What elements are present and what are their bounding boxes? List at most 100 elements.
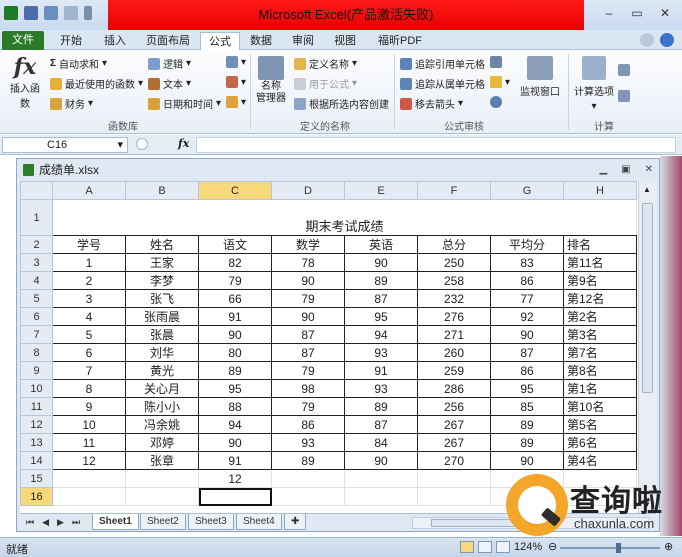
- tab-data[interactable]: 数据: [242, 32, 280, 50]
- table-cell[interactable]: 259: [417, 361, 491, 380]
- table-cell[interactable]: 78: [271, 253, 345, 272]
- table-cell[interactable]: 李梦: [125, 271, 199, 290]
- table-cell[interactable]: 98: [271, 379, 345, 398]
- vertical-scroll-thumb[interactable]: [642, 203, 653, 393]
- column-header-f[interactable]: F: [417, 181, 491, 200]
- trace-dependents-button[interactable]: 追踪从属单元格: [400, 76, 485, 91]
- sheet-tab-sheet1[interactable]: Sheet1: [92, 514, 139, 530]
- table-cell[interactable]: 89: [198, 361, 272, 380]
- table-cell[interactable]: 82: [198, 253, 272, 272]
- table-cell[interactable]: 张晨: [125, 325, 199, 344]
- table-cell[interactable]: 232: [417, 289, 491, 308]
- column-title-cell[interactable]: 学号: [52, 235, 126, 254]
- prev-sheet-icon[interactable]: ◀: [42, 517, 49, 528]
- column-title-cell[interactable]: 语文: [198, 235, 272, 254]
- table-cell[interactable]: 张章: [125, 451, 199, 470]
- table-cell[interactable]: 89: [344, 271, 418, 290]
- close-icon[interactable]: ✕: [645, 159, 653, 181]
- table-cell[interactable]: 3: [52, 289, 126, 308]
- tab-review[interactable]: 审阅: [284, 32, 322, 50]
- sheet-table[interactable]: A B C D E F G H 1 期末考试成绩 2 学号 姓名 语文 数学 英语 总分 平均分 排名 3 1 王家 82 7…: [20, 181, 637, 506]
- table-cell[interactable]: 关心月: [125, 379, 199, 398]
- table-cell[interactable]: 86: [490, 271, 564, 290]
- column-header-h[interactable]: H: [563, 181, 637, 200]
- table-cell[interactable]: 250: [417, 253, 491, 272]
- table-cell[interactable]: 90: [344, 253, 418, 272]
- define-name-button[interactable]: 定义名称 ▾: [294, 56, 357, 71]
- table-cell[interactable]: 刘华: [125, 343, 199, 362]
- table-cell[interactable]: 王家: [125, 253, 199, 272]
- table-cell[interactable]: 79: [271, 361, 345, 380]
- row-header-1[interactable]: 1: [20, 199, 53, 236]
- zoom-slider[interactable]: [560, 543, 660, 553]
- sheet-tab-sheet4[interactable]: Sheet4: [236, 514, 282, 530]
- row-header-12[interactable]: 12: [20, 415, 53, 434]
- table-cell[interactable]: 第10名: [563, 397, 637, 416]
- scroll-up-icon[interactable]: ▲: [643, 185, 651, 194]
- create-from-selection-button[interactable]: 根据所选内容创建: [294, 96, 389, 111]
- table-cell[interactable]: 90: [490, 451, 564, 470]
- autosum-button[interactable]: Σ 自动求和 ▾: [50, 56, 107, 71]
- page-layout-view-icon[interactable]: [478, 541, 492, 553]
- row-header-11[interactable]: 11: [20, 397, 53, 416]
- undo-icon[interactable]: [44, 6, 58, 20]
- table-cell[interactable]: 第9名: [563, 271, 637, 290]
- table-cell[interactable]: 85: [490, 397, 564, 416]
- table-cell[interactable]: 第5名: [563, 415, 637, 434]
- active-cell[interactable]: [198, 487, 272, 506]
- table-cell[interactable]: 256: [417, 397, 491, 416]
- close-icon[interactable]: ✕: [652, 4, 678, 22]
- formula-input[interactable]: [196, 137, 676, 153]
- tab-home[interactable]: 开始: [52, 32, 90, 50]
- row-header-14[interactable]: 14: [20, 451, 53, 470]
- more-functions-button[interactable]: ▾: [226, 96, 246, 108]
- table-cell[interactable]: 267: [417, 415, 491, 434]
- table-cell[interactable]: 77: [490, 289, 564, 308]
- table-cell[interactable]: 第12名: [563, 289, 637, 308]
- table-cell[interactable]: 286: [417, 379, 491, 398]
- error-checking-button[interactable]: ▾: [490, 76, 510, 88]
- tab-view[interactable]: 视图: [326, 32, 364, 50]
- table-cell[interactable]: 11: [52, 433, 126, 452]
- datetime-button[interactable]: 日期和时间 ▾: [148, 96, 221, 111]
- column-header-a[interactable]: A: [52, 181, 126, 200]
- table-cell[interactable]: 86: [271, 415, 345, 434]
- row-header-7[interactable]: 7: [20, 325, 53, 344]
- table-cell[interactable]: 260: [417, 343, 491, 362]
- sheet-tab-sheet3[interactable]: Sheet3: [188, 514, 234, 530]
- zoom-slider-knob[interactable]: [616, 543, 621, 553]
- table-cell[interactable]: 91: [198, 451, 272, 470]
- empty-cell[interactable]: [344, 469, 418, 488]
- column-header-e[interactable]: E: [344, 181, 418, 200]
- first-sheet-icon[interactable]: ⏮: [26, 517, 34, 528]
- tab-insert[interactable]: 插入: [96, 32, 134, 50]
- table-cell[interactable]: 第1名: [563, 379, 637, 398]
- table-cell[interactable]: 10: [52, 415, 126, 434]
- column-title-cell[interactable]: 平均分: [490, 235, 564, 254]
- table-cell[interactable]: 276: [417, 307, 491, 326]
- trace-precedents-button[interactable]: 追踪引用单元格: [400, 56, 485, 71]
- help-icon[interactable]: [660, 33, 674, 47]
- name-manager-button[interactable]: 名称 管理器: [256, 56, 286, 105]
- row-header-6[interactable]: 6: [20, 307, 53, 326]
- tab-foxit-pdf[interactable]: 福昕PDF: [370, 32, 430, 50]
- row-header-2[interactable]: 2: [20, 235, 53, 254]
- column-title-cell[interactable]: 数学: [271, 235, 345, 254]
- table-cell[interactable]: 79: [271, 289, 345, 308]
- table-cell[interactable]: 90: [198, 433, 272, 452]
- row-header-4[interactable]: 4: [20, 271, 53, 290]
- table-cell[interactable]: 66: [198, 289, 272, 308]
- insert-sheet-button[interactable]: ✚: [284, 514, 307, 530]
- tab-formulas[interactable]: 公式: [200, 32, 240, 50]
- empty-cell[interactable]: [417, 487, 491, 506]
- table-cell[interactable]: 7: [52, 361, 126, 380]
- table-cell[interactable]: 88: [198, 397, 272, 416]
- tab-page-layout[interactable]: 页面布局: [138, 32, 198, 50]
- logical-button[interactable]: 逻辑 ▾: [148, 56, 191, 71]
- redo-icon[interactable]: [64, 6, 78, 20]
- empty-cell[interactable]: [417, 469, 491, 488]
- row-header-13[interactable]: 13: [20, 433, 53, 452]
- watch-window-button[interactable]: 监视窗口: [520, 56, 560, 98]
- table-cell[interactable]: 90: [344, 451, 418, 470]
- normal-view-icon[interactable]: [460, 541, 474, 553]
